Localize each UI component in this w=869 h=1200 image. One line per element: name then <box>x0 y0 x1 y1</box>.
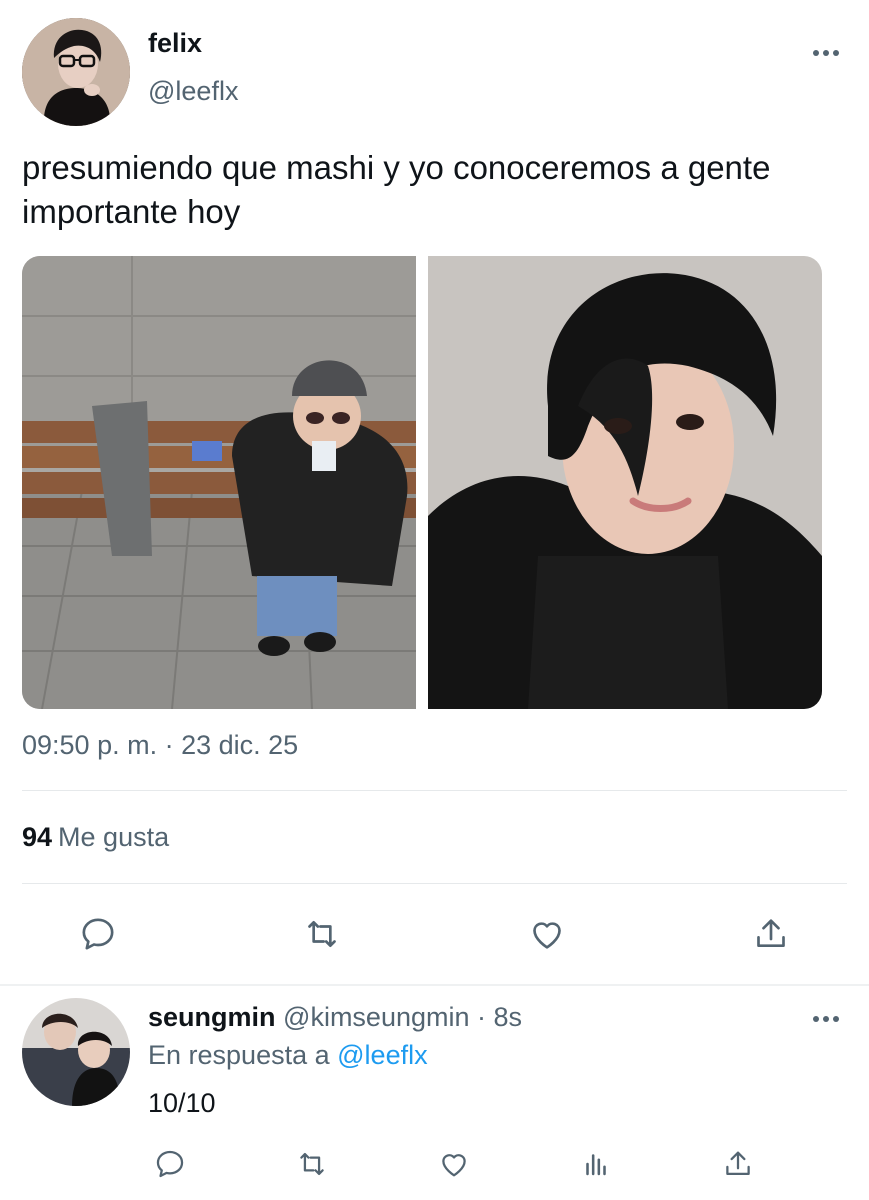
reply-share-button[interactable] <box>716 1142 760 1186</box>
tweet-text: presumiendo que mashi y yo conoceremos a… <box>22 149 771 230</box>
reply-reply-button[interactable] <box>148 1142 192 1186</box>
reply-avatar[interactable] <box>22 998 130 1106</box>
share-icon <box>757 919 785 947</box>
reply-context-handle-link[interactable]: @leeflx <box>337 1040 427 1070</box>
tweet-timestamp[interactable]: 09:50 p. m. · 23 dic. 25 <box>22 730 298 761</box>
analytics-icon <box>586 1154 606 1176</box>
reply-icon <box>82 918 114 950</box>
more-dots-icon <box>813 50 839 56</box>
reply-button[interactable] <box>74 910 122 958</box>
reply-icon <box>156 1150 184 1178</box>
likes-label: Me gusta <box>58 822 170 852</box>
photo-portrait-selfie-icon <box>428 256 822 709</box>
like-button[interactable] <box>523 910 571 958</box>
divider <box>22 790 847 791</box>
reply-author-handle[interactable]: @kimseungmin <box>283 1002 469 1032</box>
retweet-icon <box>300 1152 324 1176</box>
avatar-image <box>22 18 130 126</box>
reply-action-bar <box>148 1142 760 1186</box>
reply-text: 10/10 <box>148 1088 216 1118</box>
section-divider <box>0 984 869 986</box>
media-photo-1[interactable] <box>22 256 416 709</box>
reply-context: En respuesta a @leeflx <box>148 1040 428 1071</box>
divider <box>22 883 847 884</box>
photo-child-on-bench-icon <box>22 256 416 709</box>
reply-separator: · <box>477 1002 487 1032</box>
author-display-name[interactable]: felix <box>148 28 202 59</box>
tweet-action-bar <box>22 910 847 958</box>
more-options-button[interactable] <box>811 38 841 68</box>
likes-count: 94 <box>22 822 53 852</box>
retweet-button[interactable] <box>298 910 346 958</box>
reply-header: seungmin @kimseungmin · 8s <box>148 1002 522 1033</box>
reply-retweet-button[interactable] <box>290 1142 334 1186</box>
reply-context-prefix: En respuesta a <box>148 1040 330 1070</box>
reply-like-button[interactable] <box>432 1142 476 1186</box>
share-button[interactable] <box>747 910 795 958</box>
share-icon <box>726 1151 750 1176</box>
reply-avatar-image <box>22 998 130 1106</box>
tweet-detail-page: felix @leeflx presumiendo que mashi y yo… <box>0 0 869 1200</box>
main-tweet: felix @leeflx presumiendo que mashi y yo… <box>0 0 869 985</box>
avatar[interactable] <box>22 18 130 126</box>
reply-analytics-button[interactable] <box>574 1142 618 1186</box>
more-dots-icon <box>813 1016 839 1022</box>
reply-time[interactable]: 8s <box>494 1002 523 1032</box>
retweet-icon <box>308 921 337 947</box>
media-photo-2[interactable] <box>428 256 822 709</box>
like-icon <box>442 1154 466 1177</box>
likes-summary[interactable]: 94 Me gusta <box>22 822 169 853</box>
reply-more-options-button[interactable] <box>811 1004 841 1034</box>
author-handle[interactable]: @leeflx <box>148 76 238 107</box>
like-icon <box>532 922 561 949</box>
tweet-media-grid <box>22 256 822 709</box>
reply-author-name[interactable]: seungmin <box>148 1002 276 1032</box>
